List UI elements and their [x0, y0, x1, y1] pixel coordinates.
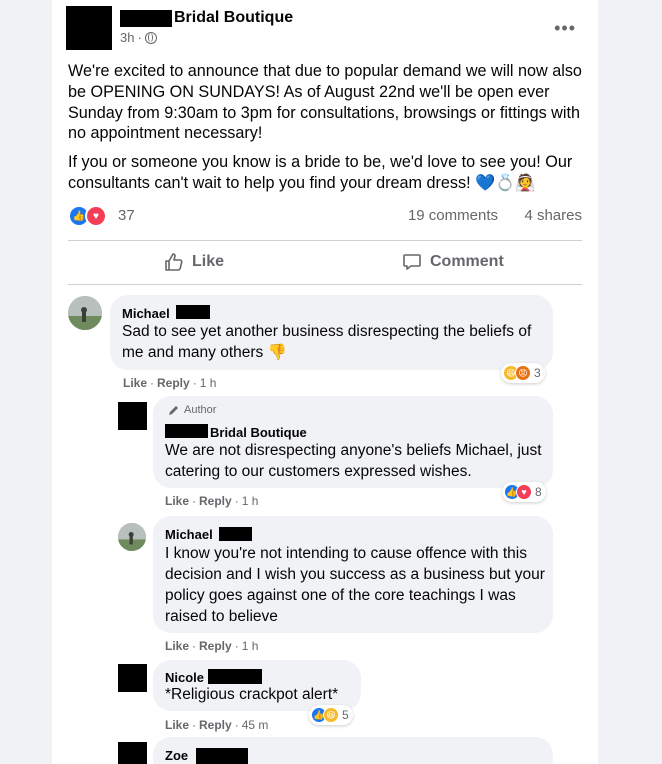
globe-icon — [144, 31, 157, 44]
author-badge: Author — [168, 404, 216, 416]
comment-text: I know you're not intending to cause off… — [165, 545, 545, 625]
comment-button[interactable]: Comment — [402, 244, 504, 280]
post-paragraph-1: We're excited to announce that due to po… — [68, 62, 582, 143]
comment-icon — [403, 254, 421, 270]
comment-reply-link[interactable]: Reply — [199, 718, 232, 732]
reaction-count: 8 — [535, 485, 542, 499]
love-icon: ♥ — [516, 484, 532, 500]
name-redacted — [176, 305, 210, 319]
more-options-icon[interactable]: ••• — [554, 18, 576, 39]
pencil-icon — [169, 406, 178, 415]
thumbs-up-icon — [165, 253, 183, 271]
profile-photo-icon — [118, 523, 146, 551]
comment-like-link[interactable]: Like — [165, 494, 189, 508]
post-paragraph-2: If you or someone you know is a bride to… — [68, 153, 573, 192]
reaction-count: 3 — [534, 366, 541, 380]
comment-like-link[interactable]: Like — [165, 639, 189, 653]
profile-photo-icon — [68, 296, 102, 330]
comment-reply-link[interactable]: Reply — [199, 494, 232, 508]
post-card: Bridal Boutique 3h · ••• We're excited t… — [52, 0, 598, 764]
like-button[interactable]: Like — [164, 244, 224, 280]
comment-time[interactable]: 1 h — [200, 376, 217, 390]
name-redacted — [208, 669, 262, 684]
post-time[interactable]: 3h — [120, 30, 134, 45]
comment-reply-link[interactable]: Reply — [199, 639, 232, 653]
avatar-redacted[interactable] — [118, 742, 147, 764]
reactions-summary: 👍 ♥ 37 19 comments 4 shares — [68, 205, 582, 229]
comment-time[interactable]: 1 h — [242, 639, 259, 653]
page-avatar-redacted[interactable] — [66, 6, 112, 50]
post-text-2: If you or someone you know is a bride to… — [68, 152, 584, 194]
comment-author[interactable]: Nicole — [165, 670, 204, 685]
avatar-redacted[interactable] — [118, 402, 147, 430]
like-button-label: Like — [192, 253, 225, 270]
comment-actions: Like · Reply · 1 h — [123, 376, 217, 390]
shares-count[interactable]: 4 shares — [524, 207, 582, 224]
comment-text: Sad to see yet another business disrespe… — [122, 323, 532, 361]
comment-author[interactable]: Zoe — [165, 748, 188, 763]
name-redacted — [219, 527, 252, 541]
comment-like-link[interactable]: Like — [165, 718, 189, 732]
avatar[interactable] — [68, 296, 102, 330]
comment-actions: Like · Reply · 45 m — [165, 718, 269, 732]
comment-time[interactable]: 45 m — [242, 718, 269, 732]
comment-reply-link[interactable]: Reply — [157, 376, 190, 390]
page-name[interactable]: Bridal Boutique — [174, 9, 293, 27]
love-reaction-icon: ♥ — [85, 205, 107, 227]
author-badge-label: Author — [184, 404, 217, 416]
comment-text: We are not disrespecting anyone's belief… — [165, 442, 542, 480]
comment-author[interactable]: Michael — [122, 306, 170, 321]
comment-like-link[interactable]: Like — [123, 376, 147, 390]
post-text: We're excited to announce that due to po… — [68, 61, 584, 144]
comment-reactions[interactable]: 👍 😆 5 — [309, 705, 353, 725]
comment-button-label: Comment — [430, 253, 504, 270]
name-redacted — [196, 748, 248, 764]
post-header: Bridal Boutique 3h · — [66, 6, 586, 50]
reaction-count[interactable]: 37 — [118, 207, 135, 224]
comment-actions: Like · Reply · 1 h — [165, 494, 259, 508]
comment-author[interactable]: Michael — [165, 527, 213, 542]
comment-reactions[interactable]: 👍 ♥ 8 — [502, 482, 546, 502]
avatar-redacted[interactable] — [118, 664, 147, 692]
name-redacted — [165, 424, 208, 438]
divider — [68, 240, 582, 241]
divider — [68, 284, 582, 285]
comment-text: *Religious crackpot alert* — [165, 686, 339, 703]
comment-time[interactable]: 1 h — [242, 494, 259, 508]
haha-icon: 😆 — [323, 707, 339, 723]
comment-reactions[interactable]: 😆 😡 3 — [501, 363, 545, 383]
comments-count[interactable]: 19 comments — [408, 207, 498, 224]
page-name-redacted — [120, 10, 172, 27]
reaction-count: 5 — [342, 708, 349, 722]
avatar[interactable] — [118, 523, 146, 551]
comment-author[interactable]: Bridal Boutique — [210, 425, 307, 440]
reaction-icons[interactable]: 👍 ♥ — [68, 205, 107, 227]
angry-icon: 😡 — [515, 365, 531, 381]
comment-actions: Like · Reply · 1 h — [165, 639, 259, 653]
post-meta: 3h · — [120, 30, 157, 45]
